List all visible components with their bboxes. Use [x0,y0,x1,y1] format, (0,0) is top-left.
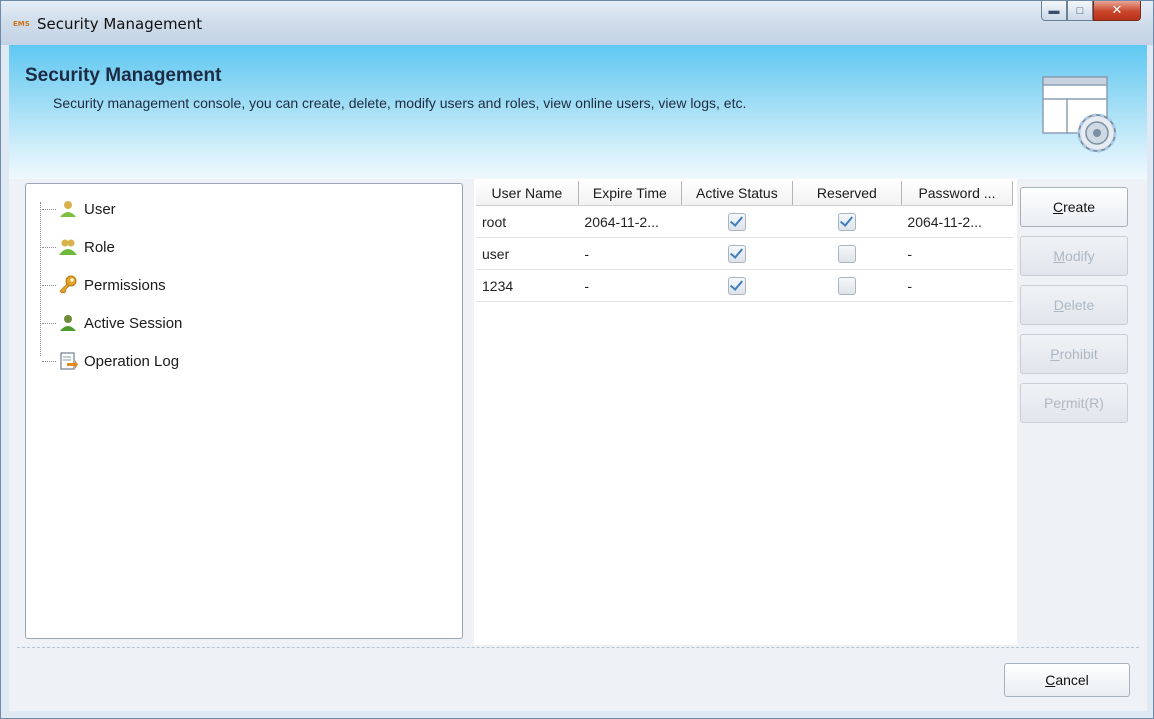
tree-guide-line [40,202,41,356]
title-bar[interactable]: EMS Security Management ▬ □ ✕ [1,1,1153,45]
tree-connector [42,284,56,286]
cell-user-name: root [476,205,579,238]
permit-label-prefix: Pe [1044,395,1062,411]
permit-label-rest: mit(R) [1065,395,1104,411]
table-row[interactable]: 1234 - - [476,269,1013,302]
cell-expire-time: - [578,237,682,270]
table-row[interactable]: root 2064-11-2... 2064-11-2... [476,205,1013,238]
banner-description: Security management console, you can cre… [53,95,747,111]
delete-label-rest: elete [1063,297,1095,313]
navigation-tree: User Role Permissions Active Session Ope… [25,183,463,639]
reserved-checkbox[interactable] [837,212,856,231]
tree-connector [42,208,56,210]
user-icon [60,201,76,217]
active-status-checkbox[interactable] [727,276,746,295]
users-table-panel: User Name Expire Time Active Status Rese… [474,179,1017,645]
prohibit-label-rest: rohibit [1059,346,1098,362]
users-table: User Name Expire Time Active Status Rese… [476,181,1014,302]
modify-mnemonic: M [1053,248,1066,264]
cell-user-name: 1234 [476,269,579,302]
header-banner: Security Management Security management … [9,45,1147,180]
column-header-expire-time[interactable]: Expire Time [578,181,682,206]
footer-divider [17,647,1139,648]
tree-item-label: User [84,200,116,218]
prohibit-mnemonic: P [1050,346,1060,362]
cell-reserved [792,237,902,270]
cell-active-status [681,237,793,270]
panel-splitter[interactable] [468,183,473,637]
tree-connector [42,360,56,362]
main-content: User Role Permissions Active Session Ope… [9,179,1147,711]
create-label-rest: reate [1063,199,1096,215]
key-icon [59,275,77,294]
security-console-icon [1042,76,1117,153]
column-header-user-name[interactable]: User Name [476,181,579,206]
app-logo-icon: EMS [13,20,30,28]
cancel-label-rest: ancel [1055,672,1089,688]
column-header-password-expire[interactable]: Password ... [901,181,1014,206]
column-header-reserved[interactable]: Reserved [792,181,902,206]
tree-item-label: Active Session [84,314,183,332]
modify-label-rest: odify [1065,248,1095,264]
reserved-checkbox[interactable] [837,276,856,295]
cell-expire-time: - [578,269,682,302]
tree-item-label: Role [84,238,115,256]
security-management-window: EMS Security Management ▬ □ ✕ Security M… [0,0,1154,719]
cell-password-expire: - [901,237,1013,270]
cell-password-expire: - [901,269,1013,302]
tree-item-role[interactable]: Role [42,235,115,259]
table-row[interactable]: user - - [476,237,1013,270]
create-button[interactable]: Create [1020,187,1128,227]
banner-title: Security Management [25,65,222,86]
window-controls: ▬ □ ✕ [1041,1,1141,23]
prohibit-button[interactable]: Prohibit [1020,334,1128,374]
tree-item-permissions[interactable]: Permissions [42,273,166,297]
operation-log-icon [60,352,78,370]
modify-button[interactable]: Modify [1020,236,1128,276]
session-user-icon [60,315,76,331]
permit-button[interactable]: Permit(R) [1020,383,1128,423]
cell-password-expire: 2064-11-2... [901,205,1013,238]
cell-reserved [792,269,902,302]
cell-expire-time: 2064-11-2... [578,205,682,238]
cell-user-name: user [476,237,579,270]
active-status-checkbox[interactable] [727,212,746,231]
role-icon [59,239,77,255]
delete-button[interactable]: Delete [1020,285,1128,325]
cell-active-status [681,205,793,238]
reserved-checkbox[interactable] [837,244,856,263]
active-status-checkbox[interactable] [727,244,746,263]
tree-item-operation-log[interactable]: Operation Log [42,349,179,373]
cell-active-status [681,269,793,302]
minimize-icon[interactable]: ▬ [1041,1,1067,21]
tree-connector [42,322,56,324]
tree-item-active-session[interactable]: Active Session [42,311,182,335]
tree-connector [42,246,56,248]
table-header-row: User Name Expire Time Active Status Rese… [476,181,1014,206]
close-icon[interactable]: ✕ [1093,1,1141,21]
create-mnemonic: C [1052,199,1064,215]
tree-item-label: Operation Log [84,352,180,370]
column-header-active-status[interactable]: Active Status [681,181,793,206]
delete-mnemonic: D [1053,297,1064,313]
cancel-mnemonic: C [1045,672,1056,688]
cell-reserved [792,205,902,238]
tree-item-label: Permissions [84,276,166,294]
window-title: Security Management [37,15,203,33]
maximize-icon[interactable]: □ [1067,1,1093,21]
cancel-button[interactable]: Cancel [1004,663,1130,697]
tree-item-user[interactable]: User [42,197,116,221]
action-buttons: Create Modify Delete Prohibit Permit(R) [1020,187,1136,432]
